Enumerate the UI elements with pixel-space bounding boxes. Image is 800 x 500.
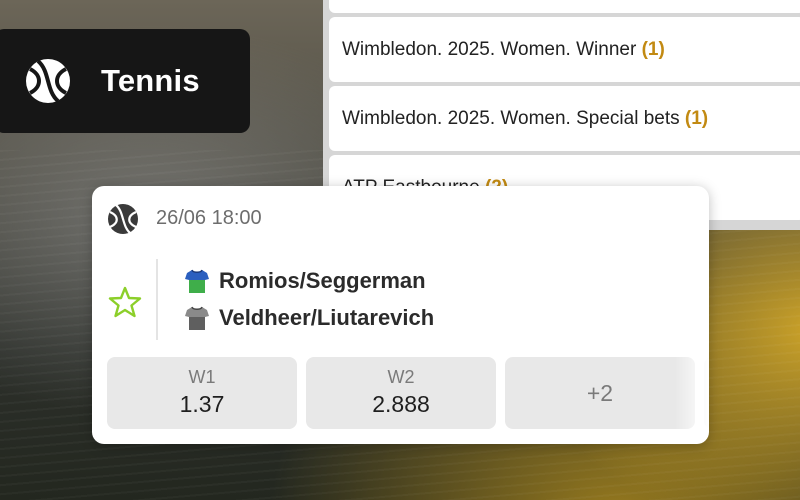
odds-row: W1 1.37 W2 2.888 +2 (107, 357, 709, 430)
odd-label: W2 (387, 367, 415, 387)
tournament-row-partial[interactable] (329, 0, 800, 13)
more-markets-label: +2 (586, 380, 614, 406)
tennis-ball-icon (26, 59, 70, 103)
tournament-count: (1) (641, 39, 665, 60)
match-card[interactable]: 26/06 18:00 Romios/Seggerman Veldheer/Li… (92, 186, 709, 444)
match-datetime: 26/06 18:00 (156, 207, 262, 229)
divider (156, 259, 158, 340)
sport-label: Tennis (101, 63, 200, 98)
tournament-row[interactable]: Wimbledon. 2025. Women. Special bets (1) (329, 86, 800, 151)
tournament-row[interactable]: Wimbledon. 2025. Women. Winner (1) (329, 17, 800, 82)
team-shirt-icon (185, 306, 209, 330)
sport-badge-tennis[interactable]: Tennis (0, 29, 250, 133)
star-outline-icon[interactable] (108, 285, 142, 319)
tennis-ball-icon (108, 204, 138, 234)
odd-label: W1 (188, 367, 216, 387)
team-2: Veldheer/Liutarevich (184, 303, 434, 333)
odd-w1-button[interactable]: W1 1.37 (107, 357, 297, 429)
team-1: Romios/Seggerman (184, 266, 426, 296)
team-1-name: Romios/Seggerman (219, 268, 426, 293)
tournament-count: (1) (684, 108, 709, 129)
more-markets-button[interactable]: +2 (505, 357, 695, 429)
odd-value: 1.37 (179, 391, 225, 417)
odd-value: 2.888 (372, 391, 430, 417)
tournament-name: Wimbledon. 2025. Women. Special bets (1) (342, 108, 709, 129)
tournament-name: Wimbledon. 2025. Women. Winner (1) (342, 39, 665, 60)
odd-w2-button[interactable]: W2 2.888 (306, 357, 496, 429)
scroll-fade (675, 357, 709, 430)
team-2-name: Veldheer/Liutarevich (219, 305, 435, 330)
team-shirt-icon (185, 269, 209, 293)
